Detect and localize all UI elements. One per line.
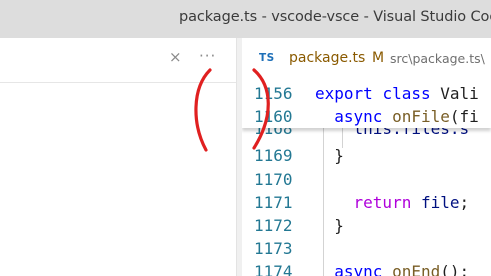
sticky-code-text: export class Vali	[315, 84, 479, 103]
code-editor[interactable]: 1168 1169 1170 1171 1172 1173 1174 this.…	[242, 82, 491, 276]
code-text: async onEnd():	[334, 262, 470, 276]
line-number: 1170	[254, 170, 293, 189]
editor-tab-strip: TS package.ts M src\package.ts\	[242, 38, 491, 82]
line-number: 1174	[254, 262, 293, 276]
window-title: package.ts - vscode-vsce - Visual Studio…	[179, 9, 491, 25]
code-line-async: async onEnd():	[315, 260, 469, 276]
line-number: 1173	[254, 239, 293, 258]
code-line: }	[315, 144, 344, 167]
modified-indicator: M	[372, 50, 385, 66]
sticky-line-method[interactable]: async onFile(fi	[315, 105, 479, 128]
title-bar: package.ts - vscode-vsce - Visual Studio…	[0, 0, 491, 38]
code-line-return: return file;	[315, 191, 470, 214]
line-number: 1171	[254, 193, 293, 212]
more-actions-icon[interactable]: ···	[199, 48, 216, 64]
sticky-line-class[interactable]: export class Vali	[315, 82, 479, 105]
code-line: }	[315, 214, 344, 237]
line-number: 1169	[254, 146, 293, 165]
tab-description-path: src\package.ts\	[390, 51, 485, 66]
pane-divider	[0, 82, 236, 83]
code-text: }	[315, 216, 344, 235]
code-text: return file;	[353, 193, 470, 212]
code-text: }	[315, 146, 344, 165]
tab-package-ts[interactable]: TS package.ts M src\package.ts\	[242, 38, 491, 82]
sticky-line-number: 1156	[254, 84, 293, 103]
left-editor-pane: × ···	[0, 38, 241, 276]
sticky-code-text: async onFile(fi	[334, 107, 479, 126]
line-number: 1172	[254, 216, 293, 235]
tab-label: package.ts	[289, 50, 366, 66]
sticky-scroll[interactable]: 1156 1160 export class Vali async onFile…	[242, 82, 491, 128]
sticky-line-number: 1160	[254, 107, 293, 126]
close-icon[interactable]: ×	[169, 47, 182, 67]
pane-actions: × ···	[0, 38, 241, 82]
typescript-file-icon: TS	[259, 52, 275, 64]
